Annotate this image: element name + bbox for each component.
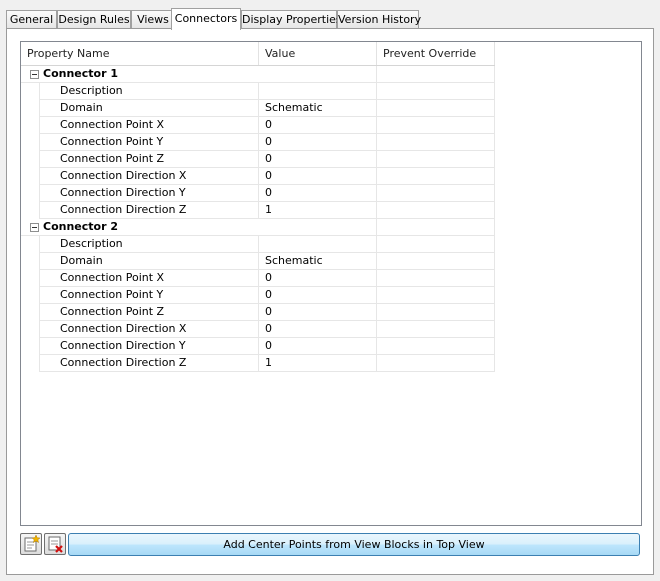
property-name-cell: Description <box>39 236 259 253</box>
property-row[interactable]: Connection Point Y0 <box>21 134 495 151</box>
property-name-cell: Domain <box>39 100 259 117</box>
add-center-points-button[interactable]: Add Center Points from View Blocks in To… <box>68 533 640 556</box>
group-name-cell: Connector 1 <box>21 66 259 83</box>
property-value-cell[interactable]: Schematic <box>259 253 377 270</box>
grid-header: Property Name Value Prevent Override <box>21 42 495 66</box>
prevent-override-cell[interactable] <box>377 202 495 219</box>
column-header-prevent-override[interactable]: Prevent Override <box>377 42 495 65</box>
property-name-cell: Connection Direction Z <box>39 355 259 372</box>
prevent-override-cell[interactable] <box>377 338 495 355</box>
prevent-override-cell[interactable] <box>377 321 495 338</box>
prevent-override-cell[interactable] <box>377 117 495 134</box>
property-value-cell[interactable] <box>259 83 377 100</box>
property-value-cell[interactable]: Schematic <box>259 100 377 117</box>
property-value-cell[interactable]: 0 <box>259 117 377 134</box>
prevent-override-cell[interactable] <box>377 83 495 100</box>
tab-design-rules[interactable]: Design Rules <box>57 10 131 28</box>
prevent-override-cell[interactable] <box>377 185 495 202</box>
prevent-override-cell[interactable] <box>377 168 495 185</box>
property-value-cell[interactable]: 0 <box>259 134 377 151</box>
group-name-label: Connector 2 <box>43 220 118 233</box>
property-value-cell[interactable]: 0 <box>259 287 377 304</box>
group-value-cell <box>259 219 377 236</box>
prevent-override-cell[interactable] <box>377 151 495 168</box>
tab-version-history[interactable]: Version History <box>337 10 421 28</box>
property-row[interactable]: Connection Point X0 <box>21 117 495 134</box>
property-row[interactable]: Connection Direction X0 <box>21 168 495 185</box>
property-row[interactable]: Connection Direction Y0 <box>21 185 495 202</box>
property-value-cell[interactable]: 0 <box>259 151 377 168</box>
tab-views[interactable]: Views <box>131 10 175 28</box>
property-row[interactable]: Connection Direction Z1 <box>21 355 495 372</box>
property-name-cell: Domain <box>39 253 259 270</box>
property-grid[interactable]: Property Name Value Prevent Override Con… <box>20 41 642 526</box>
collapse-icon[interactable] <box>30 70 39 79</box>
group-value-cell <box>259 66 377 83</box>
property-name-cell: Connection Point Y <box>39 287 259 304</box>
prevent-override-cell[interactable] <box>377 270 495 287</box>
property-name-cell: Connection Point X <box>39 117 259 134</box>
prevent-override-cell[interactable] <box>377 236 495 253</box>
group-name-cell: Connector 2 <box>21 219 259 236</box>
property-name-cell: Connection Point Z <box>39 151 259 168</box>
property-name-cell: Description <box>39 83 259 100</box>
property-name-cell: Connection Point Z <box>39 304 259 321</box>
add-connector-button[interactable] <box>20 533 42 555</box>
property-row[interactable]: Connection Direction Y0 <box>21 338 495 355</box>
add-connector-icon <box>24 534 41 552</box>
connectors-page: Property Name Value Prevent Override Con… <box>6 28 654 575</box>
property-name-cell: Connection Direction X <box>39 168 259 185</box>
property-row[interactable]: Domain Schematic <box>21 100 495 117</box>
delete-connector-button[interactable] <box>44 533 66 555</box>
group-override-cell <box>377 66 495 83</box>
property-name-cell: Connection Direction Y <box>39 338 259 355</box>
property-value-cell[interactable]: 0 <box>259 168 377 185</box>
property-row[interactable]: Description <box>21 83 495 100</box>
prevent-override-cell[interactable] <box>377 134 495 151</box>
group-override-cell <box>377 219 495 236</box>
prevent-override-cell[interactable] <box>377 355 495 372</box>
property-value-cell[interactable]: 1 <box>259 355 377 372</box>
property-row[interactable]: Connection Point X0 <box>21 270 495 287</box>
property-row[interactable]: Connection Point Z0 <box>21 151 495 168</box>
property-row[interactable]: Connection Direction Z1 <box>21 202 495 219</box>
property-name-cell: Connection Point X <box>39 270 259 287</box>
group-name-label: Connector 1 <box>43 67 118 80</box>
property-row[interactable]: Connection Direction X0 <box>21 321 495 338</box>
property-value-cell[interactable]: 0 <box>259 185 377 202</box>
tab-connectors[interactable]: Connectors <box>171 8 241 30</box>
property-row[interactable]: Domain Schematic <box>21 253 495 270</box>
collapse-icon[interactable] <box>30 223 39 232</box>
delete-connector-icon <box>48 536 63 553</box>
prevent-override-cell[interactable] <box>377 100 495 117</box>
property-row[interactable]: Description <box>21 236 495 253</box>
property-row[interactable]: Connection Point Y0 <box>21 287 495 304</box>
property-name-cell: Connection Direction Z <box>39 202 259 219</box>
property-row[interactable]: Connection Point Z0 <box>21 304 495 321</box>
property-name-cell: Connection Direction Y <box>39 185 259 202</box>
prevent-override-cell[interactable] <box>377 304 495 321</box>
prevent-override-cell[interactable] <box>377 253 495 270</box>
tab-display-properties[interactable]: Display Properties <box>241 10 342 28</box>
property-name-cell: Connection Direction X <box>39 321 259 338</box>
property-value-cell[interactable]: 1 <box>259 202 377 219</box>
prevent-override-cell[interactable] <box>377 287 495 304</box>
column-header-value[interactable]: Value <box>259 42 377 65</box>
tab-general[interactable]: General <box>6 10 57 28</box>
property-name-cell: Connection Point Y <box>39 134 259 151</box>
property-value-cell[interactable]: 0 <box>259 338 377 355</box>
grid-group-row[interactable]: Connector 2 <box>21 219 495 236</box>
property-value-cell[interactable]: 0 <box>259 270 377 287</box>
property-value-cell[interactable]: 0 <box>259 321 377 338</box>
property-value-cell[interactable] <box>259 236 377 253</box>
column-header-property-name[interactable]: Property Name <box>21 42 259 65</box>
grid-group-row[interactable]: Connector 1 <box>21 66 495 83</box>
property-value-cell[interactable]: 0 <box>259 304 377 321</box>
